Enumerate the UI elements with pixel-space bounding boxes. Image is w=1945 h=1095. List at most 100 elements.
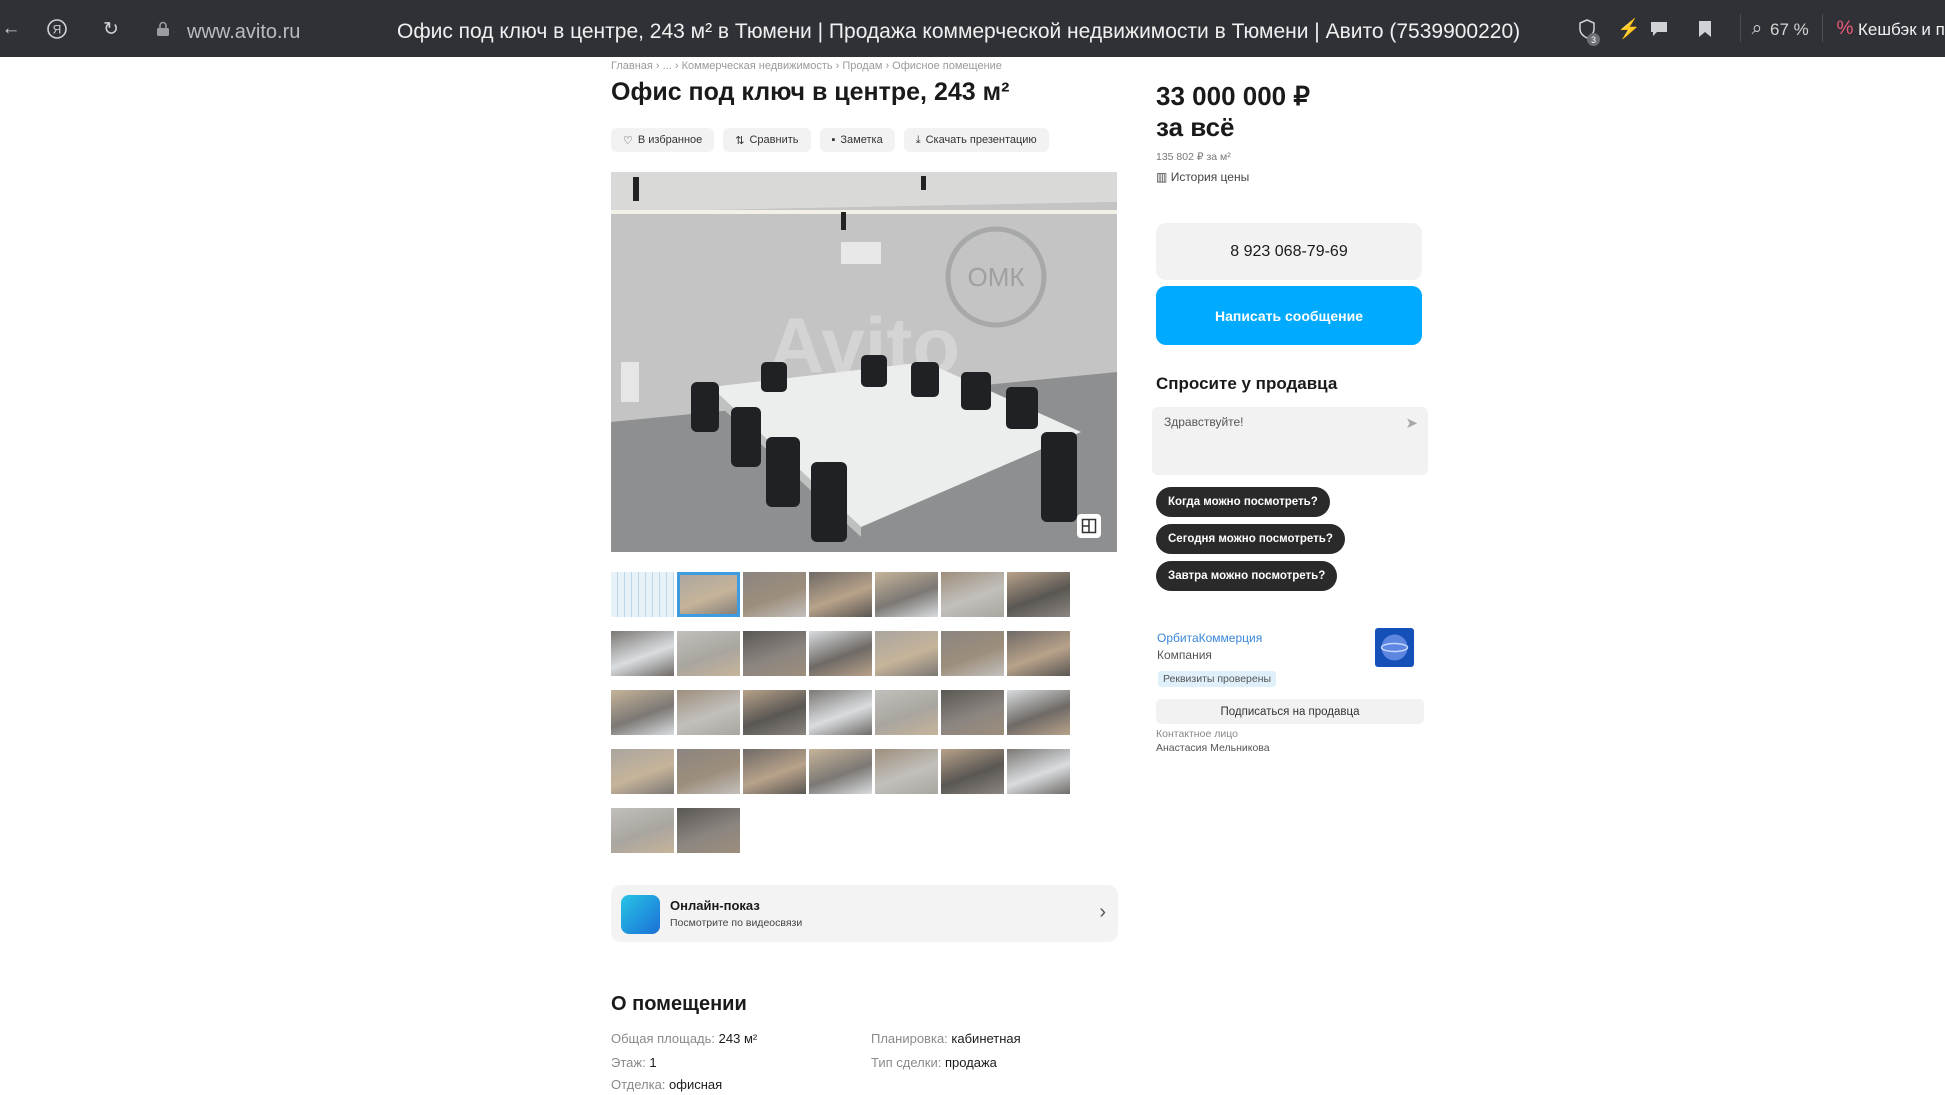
breadcrumb-item[interactable]: ... <box>663 60 672 72</box>
compare-icon: ⇅ <box>735 134 745 147</box>
photo-thumbnail[interactable] <box>809 749 872 794</box>
photo-thumbnail[interactable] <box>743 749 806 794</box>
photo-thumbnail[interactable] <box>611 749 674 794</box>
photo-logo: ОМК <box>967 262 1024 292</box>
quick-question-chip[interactable]: Завтра можно посмотреть? <box>1156 561 1338 591</box>
breadcrumb-item[interactable]: Коммерческая недвижимость <box>682 60 833 72</box>
online-show-title: Онлайн-показ <box>670 898 760 913</box>
photo-thumbnail[interactable] <box>1007 631 1070 676</box>
chat-icon[interactable] <box>1648 18 1670 40</box>
subscribe-seller-button[interactable]: Подписаться на продавца <box>1156 699 1424 724</box>
breadcrumb-item[interactable]: Продам <box>842 60 882 72</box>
photo-thumbnail[interactable] <box>809 572 872 617</box>
lock-icon[interactable] <box>152 18 174 40</box>
breadcrumb: Главная › ... › Коммерческая недвижимост… <box>611 60 1002 72</box>
photo-thumbnail[interactable] <box>941 749 1004 794</box>
ask-input-placeholder: Здравствуйте! <box>1164 415 1244 429</box>
breadcrumb-item[interactable]: Главная <box>611 60 653 72</box>
write-message-button[interactable]: Написать сообщение <box>1156 286 1422 345</box>
ask-seller-input[interactable]: Здравствуйте! ➤ <box>1152 407 1428 475</box>
address-bar[interactable]: www.avito.ru <box>187 21 300 44</box>
price-suffix: за всё <box>1156 112 1235 142</box>
ask-seller-title: Спросите у продавца <box>1156 374 1338 393</box>
photo-thumbnail[interactable] <box>875 749 938 794</box>
download-presentation-button[interactable]: ⤓ Скачать презентацию <box>903 128 1049 152</box>
photo-thumbnail[interactable] <box>743 690 806 735</box>
seller-logo[interactable] <box>1375 628 1414 667</box>
photo-thumbnail[interactable] <box>809 631 872 676</box>
price-history-link[interactable]: ▥ История цены <box>1156 170 1249 184</box>
spec-deal-type: Тип сделки: продажа <box>871 1055 997 1070</box>
photo-thumbnail[interactable] <box>611 690 674 735</box>
spec-area: Общая площадь: 243 м² <box>611 1031 758 1046</box>
photo-thumbnail[interactable] <box>941 631 1004 676</box>
yandex-icon[interactable]: Я <box>46 18 68 40</box>
spec-floor: Этаж: 1 <box>611 1055 657 1070</box>
show-phone-button[interactable]: 8 923 068-79-69 <box>1156 223 1422 280</box>
contact-person-label: Контактное лицо <box>1156 728 1238 740</box>
favorite-button[interactable]: ♡ В избранное <box>611 128 715 152</box>
verified-badge: Реквизиты проверены <box>1158 671 1277 687</box>
photo-thumbnail[interactable] <box>875 631 938 676</box>
price: 33 000 000 ₽ за всё <box>1156 81 1310 143</box>
note-button[interactable]: ▪ Заметка <box>819 128 895 152</box>
bookmark-icon[interactable] <box>1694 18 1716 40</box>
photo-thumbnail[interactable] <box>677 572 740 617</box>
main-photo[interactable]: ОМК Avito <box>611 172 1117 552</box>
photo-thumbnail[interactable] <box>677 690 740 735</box>
photo-thumbnail[interactable] <box>677 749 740 794</box>
floorplan-icon[interactable] <box>1077 514 1101 538</box>
download-icon: ⤓ <box>915 133 921 146</box>
browser-toolbar: ← Я ↻ www.avito.ru Офис под ключ в центр… <box>0 0 1945 57</box>
svg-text:Я: Я <box>53 23 62 37</box>
listing-actions: ♡ В избранное ⇅ Сравнить ▪ Заметка ⤓ Скачать… <box>611 128 1049 152</box>
zoom-level[interactable]: 67 % <box>1770 20 1809 40</box>
photo-thumbnail[interactable] <box>611 572 674 617</box>
photo-thumbnail[interactable] <box>1007 572 1070 617</box>
compare-button[interactable]: ⇅ Сравнить <box>723 128 811 152</box>
photo-thumbnail[interactable] <box>611 808 674 853</box>
page-title: Офис под ключ в центре, 243 м² <box>611 78 1010 106</box>
price-per-m2: 135 802 ₽ за м² <box>1156 151 1231 163</box>
photo-thumbnail[interactable] <box>1007 749 1070 794</box>
photo-thumbnail[interactable] <box>941 690 1004 735</box>
photo-thumbnail[interactable] <box>677 808 740 853</box>
note-icon: ▪ <box>831 134 836 146</box>
photo-thumbnail[interactable] <box>941 572 1004 617</box>
price-value: 33 000 000 ₽ <box>1156 81 1310 111</box>
photo-thumbnail[interactable] <box>875 690 938 735</box>
photo-thumbnail[interactable] <box>809 690 872 735</box>
zoom-icon: ⌕ <box>1751 18 1763 39</box>
quick-question-chip[interactable]: Когда можно посмотреть? <box>1156 487 1330 517</box>
about-section-title: О помещении <box>611 993 747 1015</box>
photo-thumbnail[interactable] <box>677 631 740 676</box>
photo-thumbnail[interactable] <box>743 631 806 676</box>
heart-icon: ♡ <box>623 134 633 147</box>
photo-thumbnail[interactable] <box>1007 690 1070 735</box>
spec-layout: Планировка: кабинетная <box>871 1031 1021 1046</box>
photo-thumbnail[interactable] <box>743 572 806 617</box>
online-show-card[interactable]: Онлайн-показ Посмотрите по видеосвязи › <box>611 885 1118 942</box>
seller-name-link[interactable]: ОрбитаКоммерция <box>1157 631 1262 645</box>
cashback-button[interactable]: Кешбэк и пр <box>1858 20 1945 40</box>
reload-icon[interactable]: ↻ <box>100 18 122 40</box>
seller-type: Компания <box>1157 648 1212 662</box>
video-call-icon <box>621 895 660 934</box>
chart-icon: ▥ <box>1156 170 1168 184</box>
photo-thumbnail[interactable] <box>875 572 938 617</box>
page-tab-title: Офис под ключ в центре, 243 м² в Тюмени … <box>397 20 1521 43</box>
cashback-icon: % <box>1836 18 1854 39</box>
send-icon[interactable]: ➤ <box>1405 414 1418 432</box>
photo-thumbnail[interactable] <box>611 631 674 676</box>
online-show-subtitle: Посмотрите по видеосвязи <box>670 917 803 929</box>
toolbar-divider <box>1822 14 1823 42</box>
contact-person-name: Анастасия Мельникова <box>1156 742 1270 754</box>
back-icon[interactable]: ← <box>0 18 22 40</box>
spec-finish: Отделка: офисная <box>611 1077 723 1092</box>
quick-question-chip[interactable]: Сегодня можно посмотреть? <box>1156 524 1345 554</box>
toolbar-divider <box>1740 14 1741 42</box>
extension-icon[interactable]: ⚡ <box>1617 18 1641 40</box>
breadcrumb-item[interactable]: Офисное помещение <box>892 60 1002 72</box>
notification-badge: 3 <box>1587 33 1600 46</box>
conference-room-photo: ОМК Avito <box>611 172 1117 552</box>
